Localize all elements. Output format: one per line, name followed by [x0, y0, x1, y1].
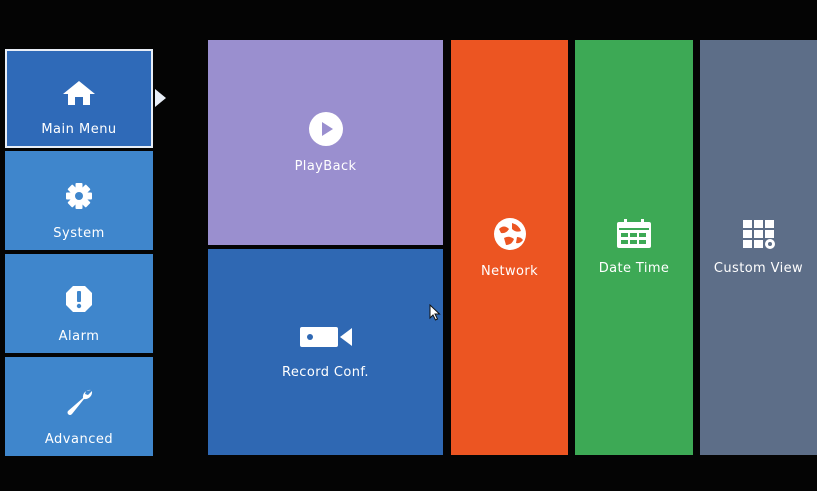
- mouse-cursor-icon: [429, 303, 441, 325]
- network-label: Network: [480, 264, 539, 279]
- sidebar-item-label: Main Menu: [41, 122, 117, 137]
- play-icon: [308, 111, 344, 151]
- date-time-tile[interactable]: Date Time: [575, 40, 693, 455]
- sidebar-item-alarm[interactable]: Alarm: [5, 254, 153, 353]
- sidebar-item-label: Advanced: [44, 432, 114, 447]
- network-icon: [492, 216, 528, 256]
- home-icon: [62, 80, 96, 106]
- calendar-icon: [615, 219, 653, 253]
- playback-tile[interactable]: PlayBack: [208, 40, 443, 245]
- playback-label: PlayBack: [294, 159, 357, 174]
- network-tile[interactable]: Network: [451, 40, 568, 455]
- record-conf-label: Record Conf.: [282, 364, 369, 380]
- selection-pointer: [155, 89, 166, 107]
- record-conf-tile[interactable]: Record Conf.: [208, 249, 443, 455]
- wrench-icon: [64, 386, 94, 416]
- custom-view-tile[interactable]: Custom View: [700, 40, 817, 455]
- custom-view-label: Custom View: [713, 261, 804, 276]
- alert-icon: [65, 285, 93, 313]
- sidebar-item-label: System: [53, 226, 105, 241]
- gear-icon: [65, 182, 93, 210]
- grid-settings-icon: [741, 219, 777, 253]
- sidebar-item-system[interactable]: System: [5, 151, 153, 250]
- date-time-label: Date Time: [598, 261, 670, 276]
- sidebar-item-main-menu[interactable]: Main Menu: [5, 49, 153, 148]
- sidebar-item-advanced[interactable]: Advanced: [5, 357, 153, 456]
- camera-icon: [298, 325, 354, 353]
- sidebar-item-label: Alarm: [58, 329, 100, 344]
